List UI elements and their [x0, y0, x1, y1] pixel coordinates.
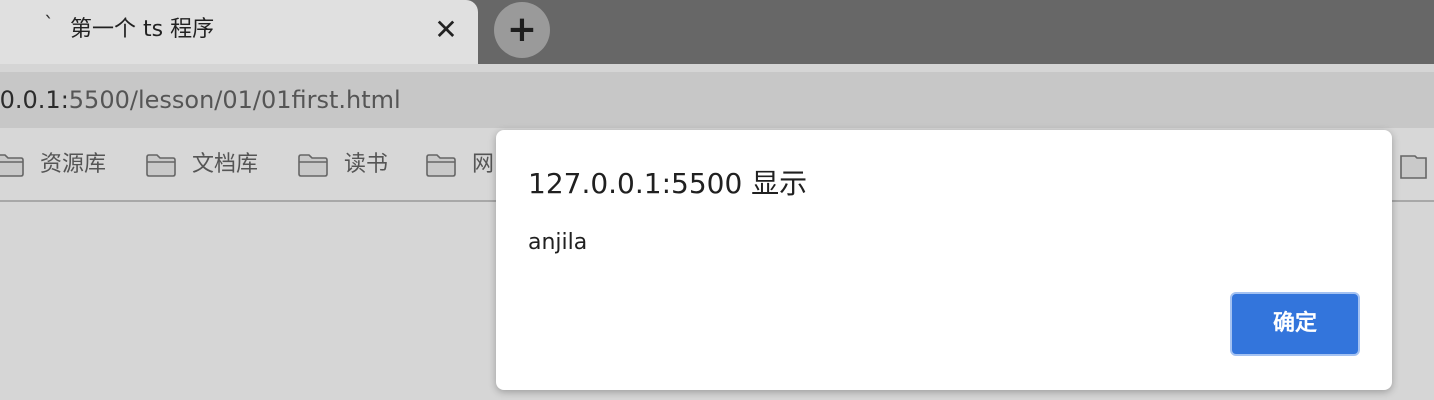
- bookmark-folder-reading[interactable]: 读书: [298, 150, 388, 180]
- bookmark-folder-resources[interactable]: 资源库: [0, 150, 106, 180]
- tab-close-icon[interactable]: ✕: [432, 14, 460, 46]
- alert-dialog: 127.0.0.1:5500 显示 anjila 确定: [496, 130, 1392, 390]
- bookmark-label: 资源库: [40, 152, 107, 177]
- browser-window: ˋ 第一个 ts 程序 ✕ + .0.0.1:5500/lesson/01/01…: [0, 0, 1434, 400]
- loading-spinner-icon: ˋ: [44, 12, 54, 36]
- bookmark-folder-web[interactable]: 网: [426, 150, 494, 180]
- dialog-message: anjila: [528, 230, 588, 255]
- ok-button[interactable]: 确定: [1230, 292, 1360, 356]
- dialog-title: 127.0.0.1:5500 显示: [528, 167, 808, 200]
- folder-icon: [146, 154, 176, 177]
- tab-title: 第一个 ts 程序: [70, 17, 215, 42]
- bookmark-label: 网: [472, 152, 495, 177]
- folder-icon: [426, 154, 456, 177]
- folder-icon: [0, 154, 24, 177]
- bookmark-label: 文档库: [192, 152, 259, 177]
- bookmark-label: 读书: [344, 152, 389, 177]
- url-host: .0.0.1:: [0, 86, 69, 114]
- tab-active[interactable]: ˋ 第一个 ts 程序 ✕: [0, 0, 478, 64]
- tab-strip: ˋ 第一个 ts 程序 ✕ +: [0, 0, 1434, 64]
- bookmark-folder-docs[interactable]: 文档库: [146, 150, 258, 180]
- new-tab-button[interactable]: +: [494, 2, 550, 58]
- address-bar[interactable]: .0.0.1:5500/lesson/01/01first.html: [0, 72, 1434, 128]
- folder-icon: [298, 154, 328, 177]
- url-path: 5500/lesson/01/01first.html: [68, 86, 401, 114]
- url-text[interactable]: .0.0.1:5500/lesson/01/01first.html: [0, 84, 401, 116]
